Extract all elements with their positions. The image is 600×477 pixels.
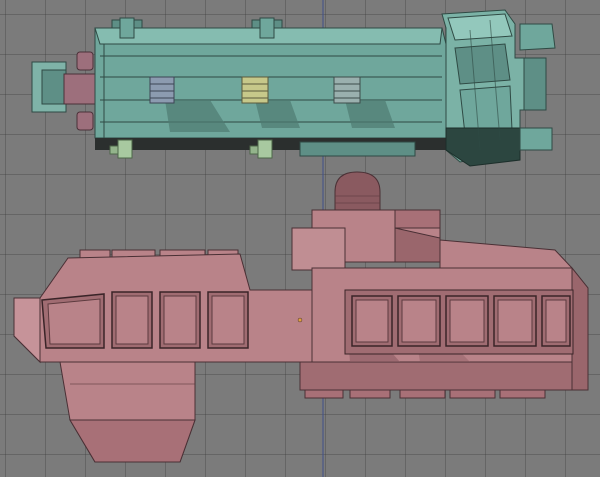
teal-vent-panel-3 [333,76,361,104]
teal-vent-panel-2 [241,76,269,104]
pink-vehicle-model[interactable] [13,171,589,463]
teal-lower-strip [299,141,416,157]
3d-viewport[interactable] [0,0,600,477]
pink-front-side-panels [344,289,574,355]
teal-exhaust-bottom [76,111,94,131]
viewport-scene [13,0,589,477]
pink-rear-side-panels [41,291,249,349]
pink-dome [334,171,381,211]
teal-vehicle-model[interactable] [31,9,556,167]
teal-exhaust-top [76,51,94,71]
object-origin-marker[interactable] [297,317,303,323]
teal-vent-panel-1 [149,76,175,104]
